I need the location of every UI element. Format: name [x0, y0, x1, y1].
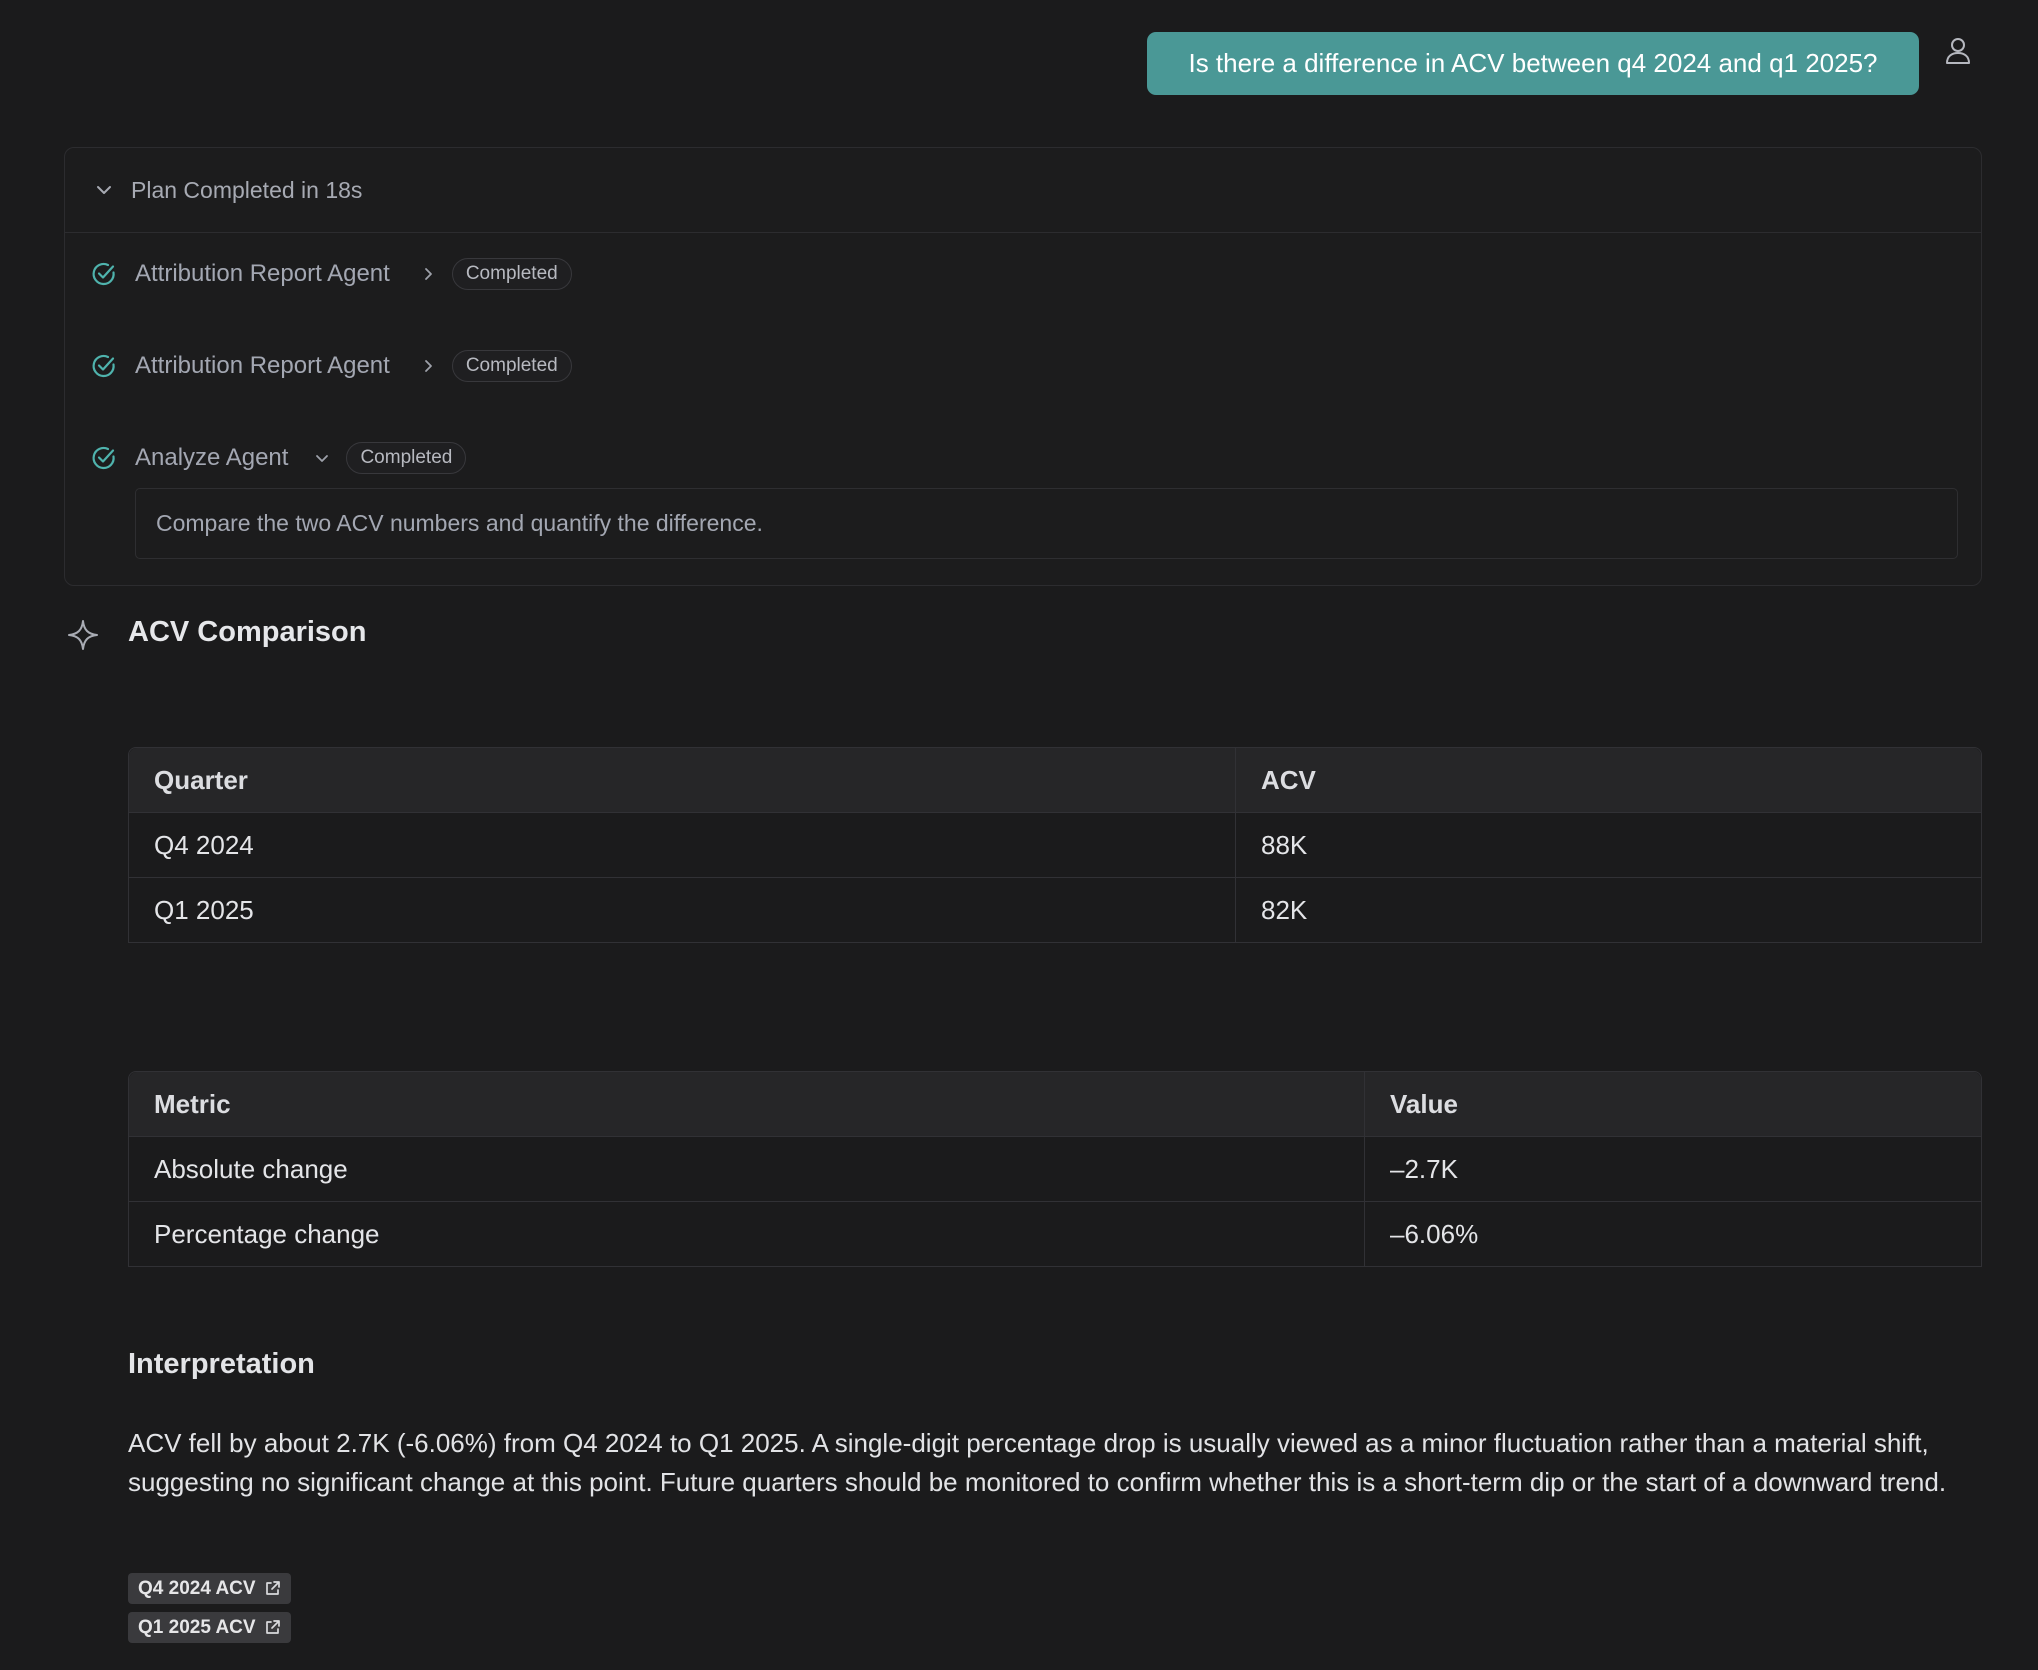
status-badge: Completed: [346, 442, 467, 474]
table-row: Q4 2024 88K: [129, 813, 1981, 878]
table-cell: Q1 2025: [129, 878, 1236, 942]
plan-title: Plan Completed in 18s: [131, 176, 363, 203]
column-header: Quarter: [129, 748, 1236, 812]
check-circle-icon: [92, 446, 115, 470]
column-header: Metric: [129, 1072, 1365, 1136]
plan-step: Attribution Report Agent Completed: [91, 346, 572, 386]
table-row: Q1 2025 82K: [129, 878, 1981, 943]
acv-table: Quarter ACV Q4 2024 88K Q1 2025 82K: [128, 747, 1982, 943]
interpretation-heading: Interpretation: [128, 1348, 315, 1380]
step-description: Compare the two ACV numbers and quantify…: [135, 488, 1958, 559]
chevron-right-icon[interactable]: [420, 266, 436, 282]
column-header: Value: [1390, 1088, 1458, 1119]
chevron-down-icon[interactable]: [95, 181, 113, 199]
table-header-row: Quarter ACV: [129, 748, 1981, 813]
plan-step: Analyze Agent Completed: [91, 438, 467, 478]
status-badge: Completed: [451, 258, 572, 290]
source-label: Q1 2025 ACV: [138, 1616, 256, 1638]
plan-step: Attribution Report Agent Completed: [91, 254, 572, 294]
step-name: Attribution Report Agent: [135, 352, 390, 379]
source-link[interactable]: Q1 2025 ACV: [128, 1612, 291, 1643]
plan-header[interactable]: Plan Completed in 18s: [65, 148, 1981, 233]
table-cell: –6.06%: [1390, 1218, 1479, 1249]
table-cell: –2.7K: [1390, 1153, 1458, 1184]
table-cell: 82K: [1261, 894, 1308, 925]
step-name: Attribution Report Agent: [135, 260, 390, 287]
answer-title: ACV Comparison: [128, 616, 367, 648]
check-circle-icon: [92, 262, 115, 286]
table-cell: Absolute change: [129, 1137, 1365, 1201]
chat-page: Is there a difference in ACV between q4 …: [0, 0, 2038, 1670]
table-cell: Percentage change: [129, 1202, 1365, 1266]
external-link-icon: [265, 1581, 280, 1595]
table-cell: Q4 2024: [129, 813, 1236, 877]
table-header-row: Metric Value: [129, 1072, 1981, 1137]
table-row: Absolute change –2.7K: [129, 1137, 1981, 1202]
source-link[interactable]: Q4 2024 ACV: [128, 1573, 291, 1604]
status-badge: Completed: [451, 350, 572, 382]
user-avatar-icon[interactable]: [1944, 36, 1972, 66]
check-circle-icon: [92, 354, 115, 378]
step-name: Analyze Agent: [135, 444, 289, 471]
metric-table: Metric Value Absolute change –2.7K Perce…: [128, 1071, 1982, 1267]
plan-card: Plan Completed in 18s Attribution Report…: [64, 147, 1982, 586]
column-header: ACV: [1261, 764, 1316, 795]
sparkle-icon: [68, 620, 98, 650]
user-message-bubble: Is there a difference in ACV between q4 …: [1147, 32, 1919, 95]
chevron-right-icon[interactable]: [420, 358, 436, 374]
table-row: Percentage change –6.06%: [129, 1202, 1981, 1267]
chevron-down-icon[interactable]: [314, 450, 330, 466]
interpretation-text: ACV fell by about 2.7K (-6.06%) from Q4 …: [128, 1428, 1947, 1497]
table-cell: 88K: [1261, 829, 1308, 860]
external-link-icon: [265, 1620, 280, 1634]
source-label: Q4 2024 ACV: [138, 1577, 256, 1599]
